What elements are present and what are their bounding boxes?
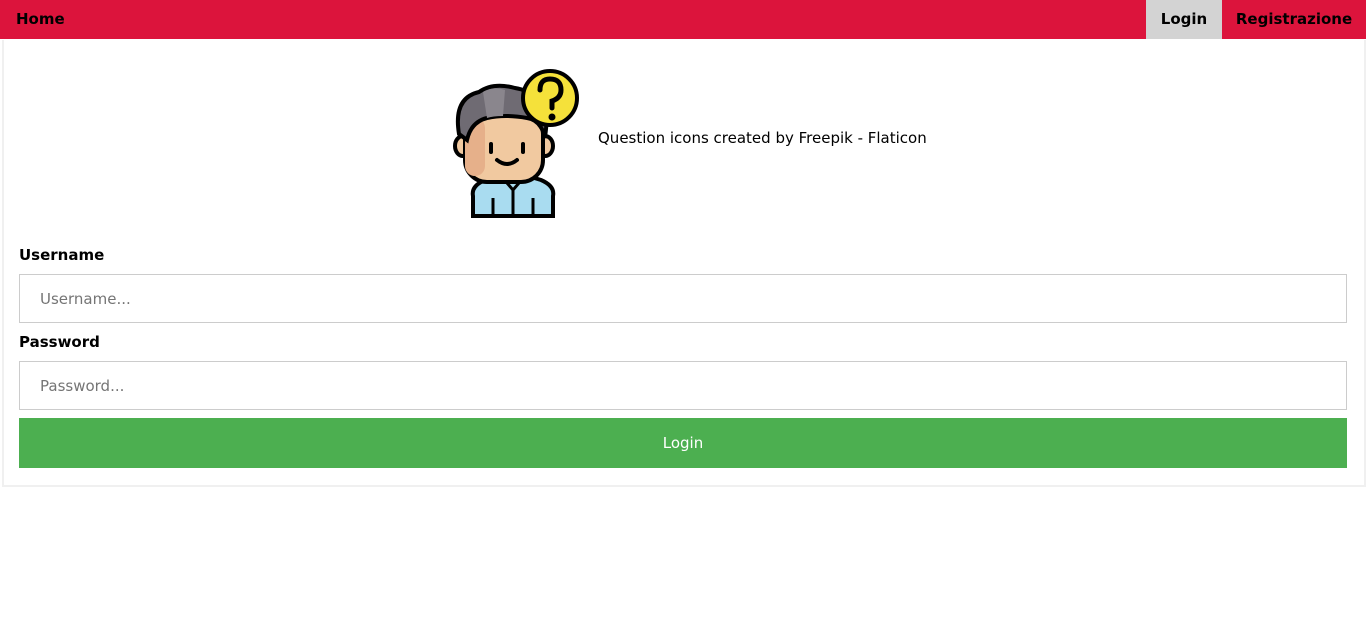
nav-register-link[interactable]: Registrazione xyxy=(1222,0,1366,39)
username-label: Username xyxy=(19,246,105,264)
password-label: Password xyxy=(19,333,100,351)
username-input[interactable] xyxy=(19,274,1347,323)
password-input[interactable] xyxy=(19,361,1347,410)
top-navbar: Home Login Registrazione xyxy=(0,0,1366,39)
nav-login-link[interactable]: Login xyxy=(1146,0,1222,39)
icon-credit-text: Question icons created by Freepik - Flat… xyxy=(598,129,927,147)
person-question-icon xyxy=(453,69,579,218)
login-submit-button[interactable]: Login xyxy=(19,418,1347,468)
nav-home-link[interactable]: Home xyxy=(16,0,65,39)
